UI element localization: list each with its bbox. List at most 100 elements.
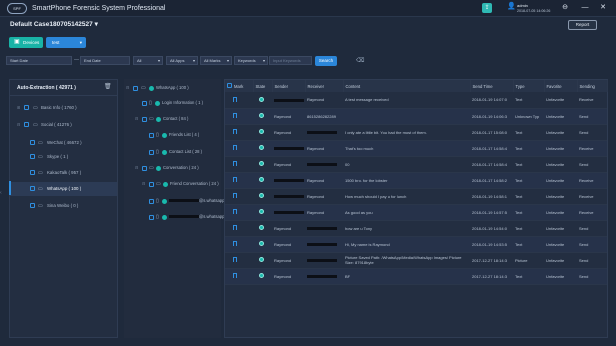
bookmark-icon[interactable] (233, 209, 237, 214)
checkbox[interactable] (149, 214, 154, 220)
checkbox[interactable] (30, 154, 35, 159)
marks-select[interactable]: All Marks ▾ (200, 56, 232, 65)
checkbox[interactable] (24, 105, 29, 110)
column-header-favorite[interactable]: Favorite (544, 80, 578, 92)
table-row[interactable]: Raymond As good as you 2018-01-19 14:57:5 T… (225, 204, 607, 221)
column-header-mark[interactable]: Mark (225, 80, 254, 92)
checkbox[interactable] (30, 170, 35, 175)
checkbox[interactable] (142, 100, 147, 106)
checkbox[interactable] (149, 181, 154, 187)
mark-cell[interactable] (225, 268, 253, 285)
mark-cell[interactable] (225, 204, 253, 221)
column-header-state[interactable]: State (253, 80, 273, 92)
mark-cell[interactable] (225, 172, 253, 189)
table-row[interactable]: Raymond Hi, My name is Raymond 2018-01-19 … (225, 236, 607, 253)
collapse-icon[interactable]: ⊟ (126, 82, 129, 94)
mark-cell[interactable] (225, 92, 253, 109)
trash-icon[interactable]: 🗑 (104, 84, 112, 91)
tree-item-sina-weibo[interactable]: ▭ Sina Weibo ( 0 ) (10, 199, 117, 213)
checkbox[interactable] (142, 165, 147, 171)
table-row[interactable]: Raymond I only ate a little bit. You had … (225, 124, 607, 141)
bookmark-icon[interactable] (233, 225, 237, 230)
bookmark-icon[interactable] (233, 96, 237, 102)
table-row[interactable]: Raymond BF 2017-12-27 18:14:3 Text Unfavorit… (225, 268, 607, 285)
mark-cell[interactable] (225, 236, 253, 253)
collapse-icon[interactable]: ⊟ (142, 178, 145, 190)
column-header-sending[interactable]: Sending (577, 80, 608, 92)
checkbox[interactable] (142, 116, 147, 122)
column-header-sender[interactable]: Sender (272, 80, 306, 92)
select-all-checkbox[interactable] (227, 83, 232, 88)
minimize-button[interactable]: — (580, 3, 590, 13)
mark-cell[interactable] (225, 156, 253, 173)
table-row[interactable]: Raymond 1500 bro. for the lobster 2018-01-… (225, 172, 607, 189)
mark-cell[interactable] (225, 124, 253, 141)
tree-item-skype[interactable]: ▭ Skype ( 1 ) (10, 150, 117, 164)
table-row[interactable]: Raymond how are u Tony 2018-01-19 14:54:0 T… (225, 220, 607, 237)
column-header-type[interactable]: Type (513, 80, 545, 92)
expand-icon[interactable]: ⊞ (17, 101, 20, 115)
mid-item-contact-list[interactable]: ▯ Contact List ( 28 ) (124, 146, 221, 158)
table-row[interactable]: Raymond 8615286282289 2018-01-19 14:06:3 Un… (225, 108, 607, 125)
table-row[interactable]: Raymond Picture Saved Path: /WhatsApp/Med… (225, 252, 607, 269)
column-header-content[interactable]: Content (343, 80, 471, 92)
bookmark-icon[interactable] (233, 257, 237, 262)
bookmark-icon[interactable] (233, 129, 237, 134)
end-date-field[interactable]: End Date (80, 56, 130, 65)
checkbox[interactable] (24, 122, 29, 127)
tree-item-wechat[interactable]: ▭ WeChat ( 46672 ) (10, 136, 117, 150)
mid-item-friend-conversation[interactable]: ⊟ ▭ Friend Conversation ( 24 ) (124, 178, 221, 190)
search-button[interactable]: Search (315, 56, 337, 66)
bookmark-icon[interactable] (233, 177, 237, 182)
apps-select[interactable]: All Apps ▾ (166, 56, 198, 65)
case-title[interactable]: Default Case180705142527 ▾ (10, 20, 98, 28)
mid-item-conversation[interactable]: ⊟ ▭ Conversation ( 24 ) (124, 162, 221, 174)
backup-icon[interactable]: ⇪ (482, 3, 492, 13)
checkbox[interactable] (30, 186, 35, 191)
tree-item-social[interactable]: ⊟ ▭ Social ( 41276 ) (10, 118, 117, 132)
checkbox[interactable] (30, 203, 35, 208)
chevron-down-icon[interactable]: ▾ (95, 21, 98, 28)
devices-button[interactable]: ▣ Devices (9, 37, 43, 48)
bookmark-icon[interactable] (233, 113, 237, 118)
mark-cell[interactable] (225, 188, 253, 205)
mark-cell[interactable] (225, 140, 253, 157)
category-select[interactable]: All ▾ (133, 56, 163, 65)
table-row[interactable]: Raymond How much should I pay u for lunch… (225, 188, 607, 205)
device-select[interactable]: test ▾ (46, 37, 86, 48)
mark-cell[interactable] (225, 108, 253, 125)
report-button[interactable]: Report (568, 20, 597, 30)
mid-item-whatsapp[interactable]: ⊟ ▭ WhatsApp ( 100 ) (124, 82, 221, 94)
mark-cell[interactable] (225, 252, 253, 269)
checkbox[interactable] (149, 132, 154, 138)
mark-cell[interactable] (225, 220, 253, 237)
start-date-field[interactable]: Start Date (6, 56, 72, 65)
table-row[interactable]: Raymond A test message received 2018-01-19… (225, 92, 607, 109)
table-row[interactable]: Raymond That's too much 2018-01-17 14:58:4… (225, 140, 607, 157)
table-row[interactable]: Raymond 00 2018-01-17 14:58:4 Text Unfavorit… (225, 156, 607, 173)
checkbox[interactable] (149, 149, 154, 155)
settings-menu-icon[interactable]: ⊖ (560, 3, 570, 13)
column-header-send-time[interactable]: Send Time (470, 80, 514, 92)
clear-filter-icon[interactable]: ⌫ (356, 57, 364, 65)
chevron-left-icon[interactable]: ‹ (0, 190, 5, 198)
checkbox[interactable] (133, 85, 138, 91)
bookmark-icon[interactable] (233, 193, 237, 198)
mid-item-contact[interactable]: ⊟ ▭ Contact ( 84 ) (124, 113, 221, 125)
tree-item-kakaotalk[interactable]: ▭ KakaoTalk ( 957 ) (10, 166, 117, 180)
search-field-select[interactable]: Keywords ▾ (234, 56, 268, 65)
mid-item-friends-list[interactable]: ▯ Friends List ( 4 ) (124, 129, 221, 141)
checkbox[interactable] (30, 140, 35, 145)
collapse-icon[interactable]: ⊟ (135, 113, 138, 125)
tree-item-basic-info[interactable]: ⊞ ▭ Basic Info ( 1760 ) (10, 101, 117, 115)
mid-item-chat-1[interactable]: ▯ @s.whatsapp.net(Luo (124, 195, 240, 207)
column-header-receiver[interactable]: Receiver (305, 80, 344, 92)
keyword-input[interactable]: Input Keywords (269, 56, 312, 65)
bookmark-icon[interactable] (233, 273, 237, 278)
collapse-icon[interactable]: ⊟ (17, 118, 20, 132)
checkbox[interactable] (149, 198, 154, 204)
mid-item-chat-2[interactable]: ▯ @s.whatsapp.net(Luo (124, 211, 240, 223)
bookmark-icon[interactable] (233, 161, 237, 166)
tree-item-whatsapp[interactable]: ▭ WhatsApp ( 100 ) (10, 182, 117, 196)
close-button[interactable]: ✕ (598, 3, 608, 13)
